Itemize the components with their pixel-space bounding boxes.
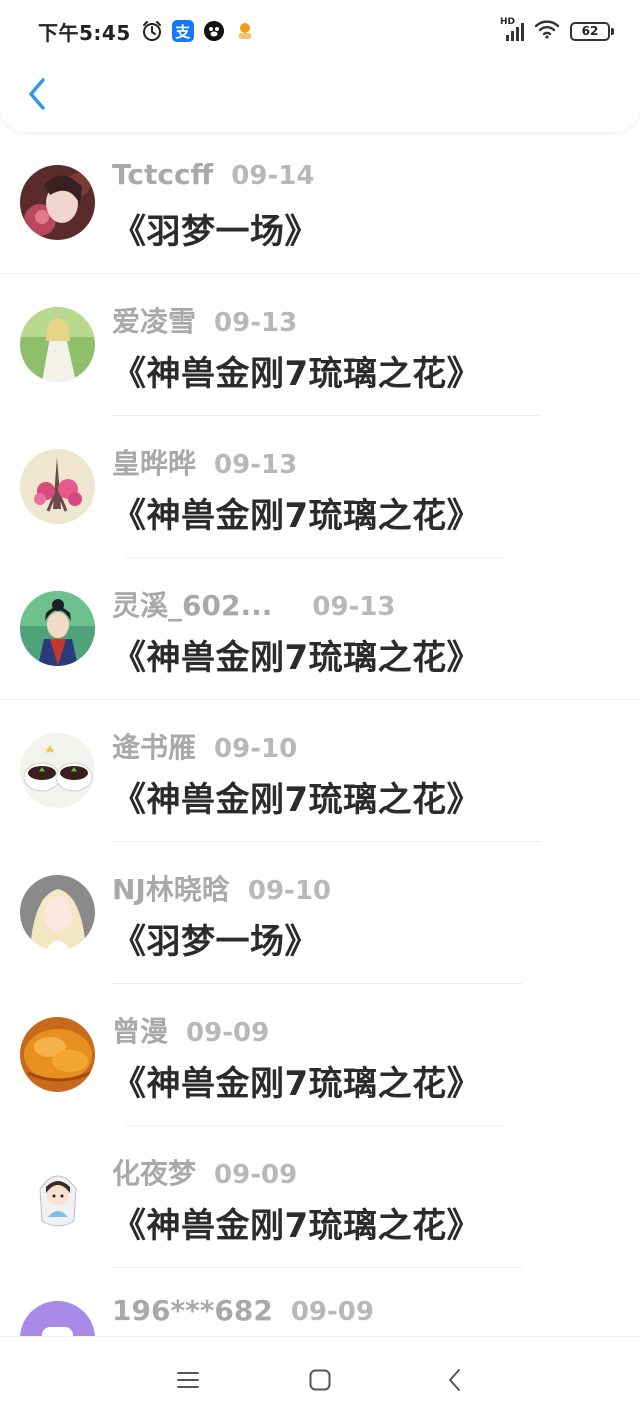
mascot-app-icon: [234, 20, 256, 42]
list-item-text: 化夜梦 09-09 《神兽金刚7琉璃之花》: [112, 1152, 620, 1247]
work-title[interactable]: 《神兽金刚7琉璃之花》: [112, 772, 620, 821]
comment-list-page: 下午5:45 支 HD 62 Tctccff 09-14 《羽梦一场》 爱凌雪 …: [0, 0, 640, 1422]
date: 09-13: [214, 308, 298, 338]
work-title[interactable]: 《羽梦一场》: [112, 914, 620, 963]
wifi-icon: [534, 19, 560, 43]
signal-icon: HD: [500, 17, 524, 41]
work-title[interactable]: 《神兽金刚7琉璃之花》: [112, 630, 620, 679]
avatar[interactable]: [20, 875, 95, 950]
status-notification-icons: 支: [141, 20, 256, 42]
network-type-label: HD: [500, 17, 516, 27]
date: 09-10: [214, 734, 298, 764]
system-nav-bar: [0, 1336, 640, 1422]
avatar[interactable]: [20, 1159, 95, 1234]
work-title[interactable]: 《神兽金刚7琉璃之花》: [112, 1056, 620, 1105]
date: 09-13: [214, 450, 298, 480]
user-name[interactable]: 化夜梦: [112, 1152, 196, 1192]
list-item-meta: 灵溪_602... 09-13: [112, 584, 620, 624]
list-item[interactable]: NJ林晓晗 09-10 《羽梦一场》: [0, 842, 640, 984]
list-item-meta: 爱凌雪 09-13: [112, 300, 620, 340]
date: 09-09: [290, 1297, 374, 1327]
date: 09-09: [186, 1018, 270, 1048]
list-item-text: 曾漫 09-09 《神兽金刚7琉璃之花》: [112, 1010, 620, 1105]
work-title[interactable]: 《神兽金刚7琉璃之花》: [112, 1198, 620, 1247]
user-name[interactable]: 皇晔晔: [112, 442, 196, 482]
list-item-text: 皇晔晔 09-13 《神兽金刚7琉璃之花》: [112, 442, 620, 537]
date: 09-09: [214, 1160, 298, 1190]
list-item-meta: NJ林晓晗 09-10: [112, 868, 620, 908]
user-name[interactable]: 曾漫: [112, 1010, 168, 1050]
avatar[interactable]: [20, 165, 95, 240]
list-item-text: 逄书雁 09-10 《神兽金刚7琉璃之花》: [112, 726, 620, 821]
user-name[interactable]: 灵溪_602...: [112, 584, 272, 624]
list-item-text: NJ林晓晗 09-10 《羽梦一场》: [112, 868, 620, 963]
user-name[interactable]: Tctccff: [112, 158, 213, 191]
paw-app-icon: [203, 20, 225, 42]
alipay-icon: 支: [171, 20, 194, 42]
date: 09-14: [231, 161, 315, 191]
avatar[interactable]: [20, 449, 95, 524]
list-item-meta: Tctccff 09-14: [112, 158, 620, 198]
status-system-icons: HD 62: [500, 17, 614, 43]
list-item-meta: 曾漫 09-09: [112, 1010, 620, 1050]
user-name[interactable]: NJ林晓晗: [112, 868, 230, 908]
chevron-left-icon: [29, 78, 45, 110]
work-title[interactable]: 《羽梦一场》: [112, 204, 620, 253]
back-triangle-icon: [449, 1369, 460, 1391]
user-name[interactable]: 爱凌雪: [112, 300, 196, 340]
avatar[interactable]: [20, 1017, 95, 1092]
list-item-meta: 化夜梦 09-09: [112, 1152, 620, 1192]
status-bar: 下午5:45 支 HD 62: [0, 0, 640, 62]
list-item[interactable]: 化夜梦 09-09 《神兽金刚7琉璃之花》: [0, 1126, 640, 1268]
list-item-meta: 逄书雁 09-10: [112, 726, 620, 766]
avatar[interactable]: [20, 733, 95, 808]
date: 09-10: [247, 876, 332, 906]
menu-button[interactable]: [173, 1365, 203, 1395]
date: 09-13: [312, 592, 396, 622]
list-item-meta: 皇晔晔 09-13: [112, 442, 620, 482]
list-item[interactable]: Tctccff 09-14 《羽梦一场》: [0, 132, 640, 274]
menu-icon: [177, 1372, 199, 1388]
home-button[interactable]: [305, 1365, 335, 1395]
list-item[interactable]: 爱凌雪 09-13 《神兽金刚7琉璃之花》: [0, 274, 640, 416]
back-button[interactable]: [20, 72, 54, 116]
work-title[interactable]: 《神兽金刚7琉璃之花》: [112, 346, 620, 395]
comment-list: Tctccff 09-14 《羽梦一场》 爱凌雪 09-13 《神兽金刚7琉璃之…: [0, 132, 640, 1410]
battery-icon: 62: [570, 21, 614, 41]
list-item-meta: 196***682 09-09: [112, 1294, 620, 1334]
list-item-text: 爱凌雪 09-13 《神兽金刚7琉璃之花》: [112, 300, 620, 395]
list-item[interactable]: 皇晔晔 09-13 《神兽金刚7琉璃之花》: [0, 416, 640, 558]
list-item-text: 196***682 09-09: [112, 1294, 620, 1340]
alarm-clock-icon: [141, 20, 163, 42]
list-item[interactable]: 灵溪_602... 09-13 《神兽金刚7琉璃之花》: [0, 558, 640, 700]
list-item[interactable]: 曾漫 09-09 《神兽金刚7琉璃之花》: [0, 984, 640, 1126]
top-header: [0, 56, 640, 132]
avatar[interactable]: [20, 591, 95, 666]
home-square-icon: [309, 1369, 331, 1391]
avatar[interactable]: [20, 307, 95, 382]
work-title[interactable]: 《神兽金刚7琉璃之花》: [112, 488, 620, 537]
user-name[interactable]: 196***682: [112, 1294, 273, 1327]
status-time: 下午5:45: [38, 20, 131, 45]
list-item-text: Tctccff 09-14 《羽梦一场》: [112, 158, 620, 253]
user-name[interactable]: 逄书雁: [112, 726, 196, 766]
list-item[interactable]: 逄书雁 09-10 《神兽金刚7琉璃之花》: [0, 700, 640, 842]
list-item-text: 灵溪_602... 09-13 《神兽金刚7琉璃之花》: [112, 584, 620, 679]
system-back-button[interactable]: [440, 1365, 470, 1395]
